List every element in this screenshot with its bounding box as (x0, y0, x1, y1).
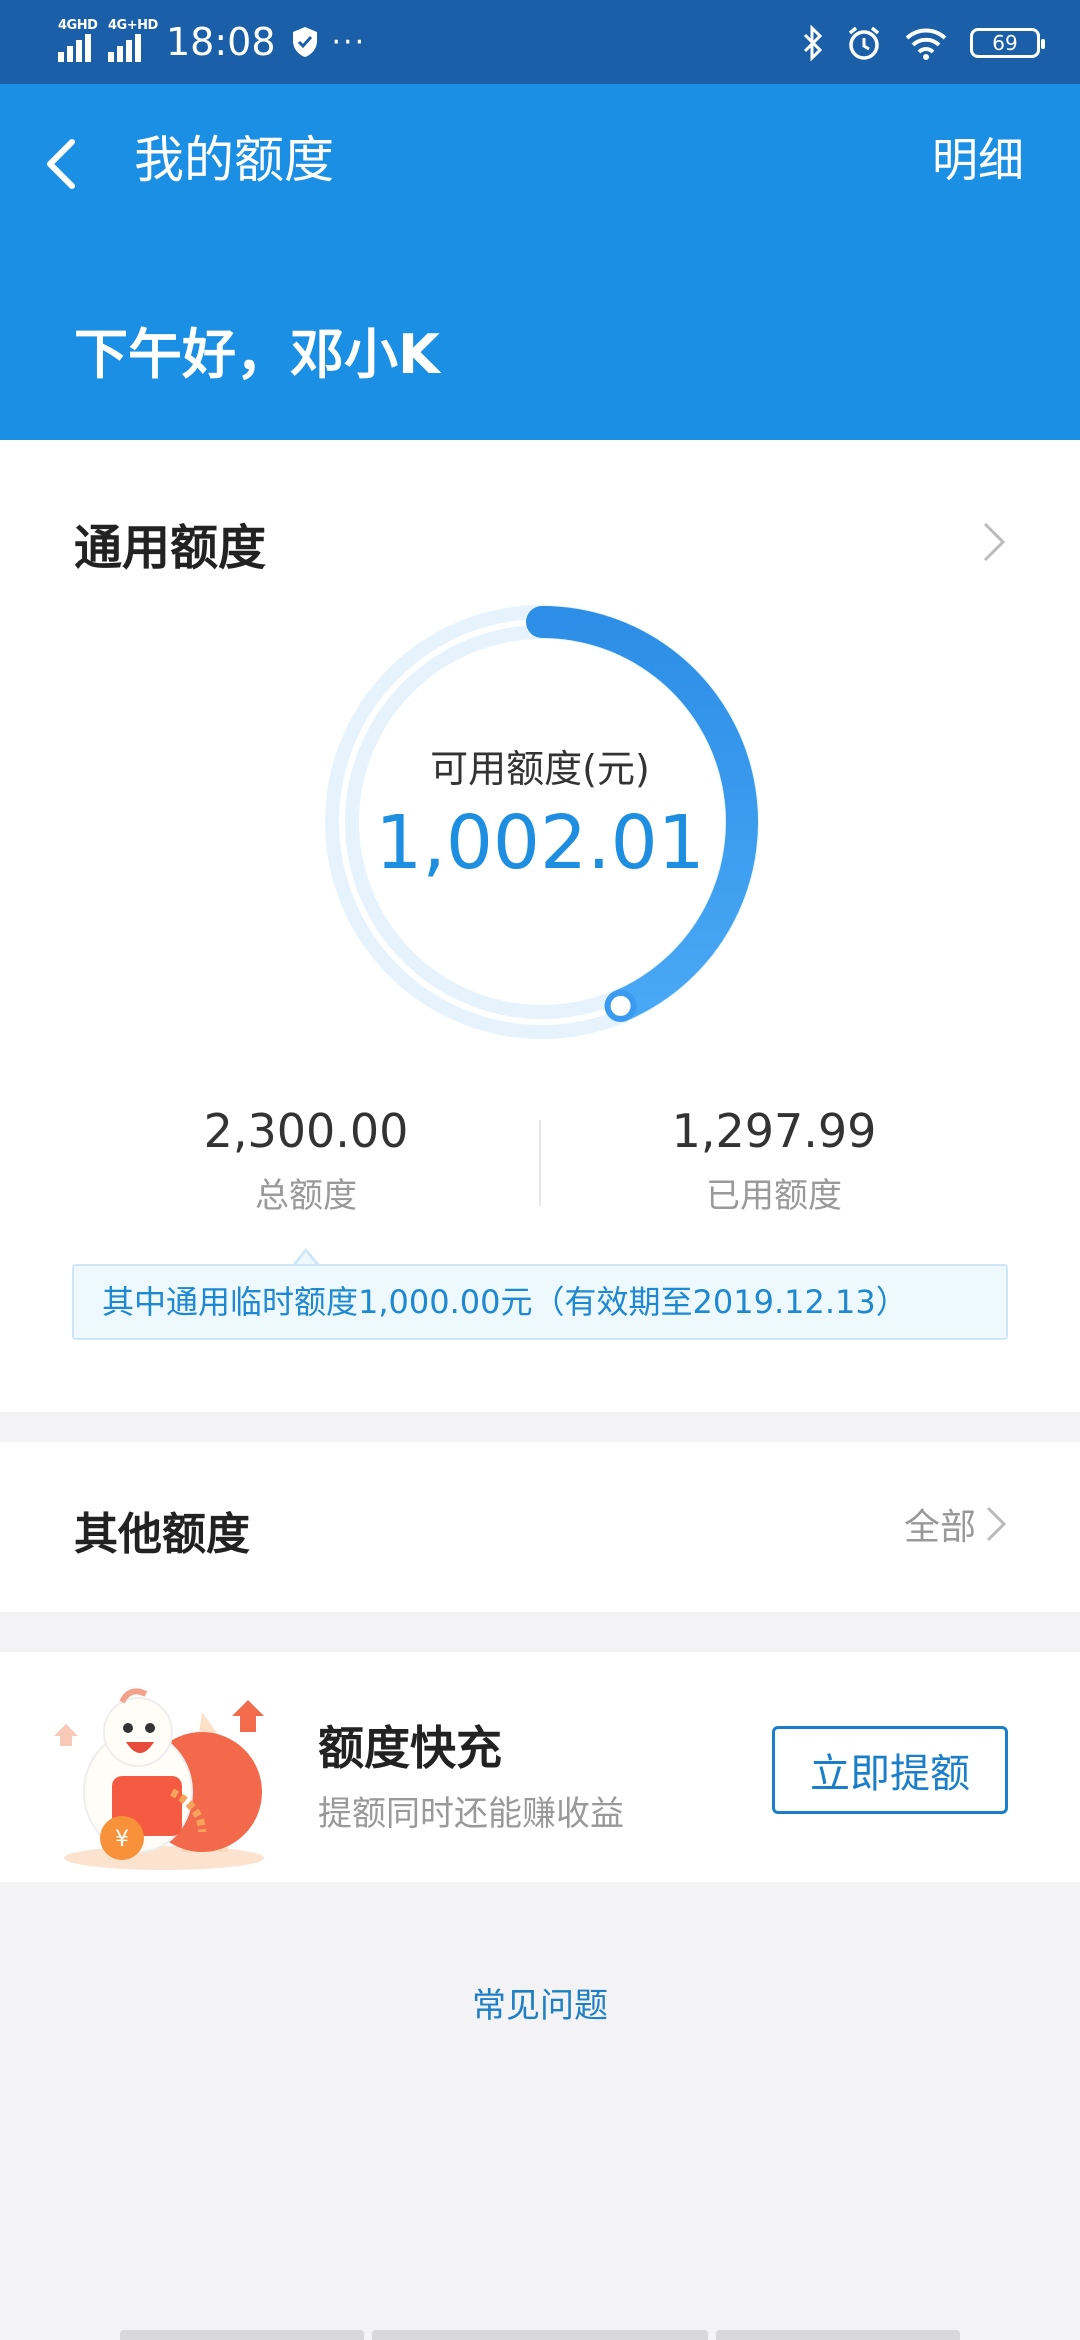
battery-level: 69 (992, 31, 1018, 55)
detail-link[interactable]: 明细 (932, 124, 1024, 190)
shield-icon (292, 27, 317, 57)
nav-bar-segment-3 (716, 2330, 960, 2340)
network-type-2: 4G+HD (108, 18, 158, 33)
chevron-right-icon[interactable] (980, 520, 1008, 564)
view-all-link[interactable]: 全部 (904, 1498, 1008, 1550)
view-all-label: 全部 (903, 1507, 976, 1548)
promo-subtitle: 提额同时还能赚收益 (318, 1794, 624, 1834)
total-quota: 2,300.00 总额度 (106, 1104, 506, 1217)
clock: 18:08 (166, 20, 276, 64)
quota-boost-card: ¥ 额度快充 提额同时还能赚收益 立即提额 (0, 1652, 1080, 1882)
general-quota-card[interactable]: 通用额度 可用额度(元) 1,002.01 2,300.00 总额度 1,297… (0, 440, 1080, 1412)
gauge-end-dot (604, 989, 637, 1022)
temporary-quota-notice: 其中通用临时额度1,000.00元（有效期至2019.12.13） (72, 1264, 1008, 1340)
svg-text:¥: ¥ (115, 1827, 129, 1852)
page-title: 我的额度 (134, 131, 334, 189)
other-quota-card[interactable]: 其他额度 全部 (0, 1442, 1080, 1612)
used-quota: 1,297.99 已用额度 (574, 1104, 974, 1217)
greeting: 下午好，邓小K (74, 323, 440, 386)
general-quota-title: 通用额度 (74, 520, 267, 576)
nav-bar-segment-1 (120, 2330, 364, 2340)
chevron-right-icon (986, 1506, 1007, 1542)
alarm-icon (848, 26, 880, 60)
network-type-1: 4GHD (58, 18, 98, 33)
nav-bar-segment-2 (372, 2330, 708, 2340)
available-quota-label: 可用额度(元) (430, 747, 650, 791)
bluetooth-icon (803, 25, 823, 61)
battery-icon: 69 (970, 28, 1045, 58)
total-quota-label: 总额度 (255, 1176, 357, 1216)
back-button[interactable] (40, 124, 100, 204)
status-bar: 4GHD 4G+HD 18:08 ··· 69 (0, 0, 1080, 84)
header: 我的额度 明细 下午好，邓小K (0, 84, 1080, 440)
boost-quota-button[interactable]: 立即提额 (772, 1726, 1008, 1814)
signal-icon: 4GHD (58, 18, 98, 62)
signal-icon-2: 4G+HD (108, 18, 158, 62)
promo-title: 额度快充 (318, 1721, 502, 1775)
used-quota-label: 已用额度 (706, 1176, 842, 1216)
faq-link[interactable]: 常见问题 (0, 1978, 1080, 2027)
stat-divider (539, 1120, 541, 1206)
used-quota-value: 1,297.99 (671, 1104, 877, 1158)
mascot-illustration: ¥ (54, 1688, 264, 1870)
available-quota-value: 1,002.01 (375, 800, 705, 886)
more-notifications-icon: ··· (331, 24, 367, 60)
other-quota-title: 其他额度 (74, 1509, 250, 1560)
total-quota-value: 2,300.00 (203, 1104, 409, 1158)
wifi-icon (905, 28, 947, 60)
back-arrow-icon (47, 139, 75, 189)
